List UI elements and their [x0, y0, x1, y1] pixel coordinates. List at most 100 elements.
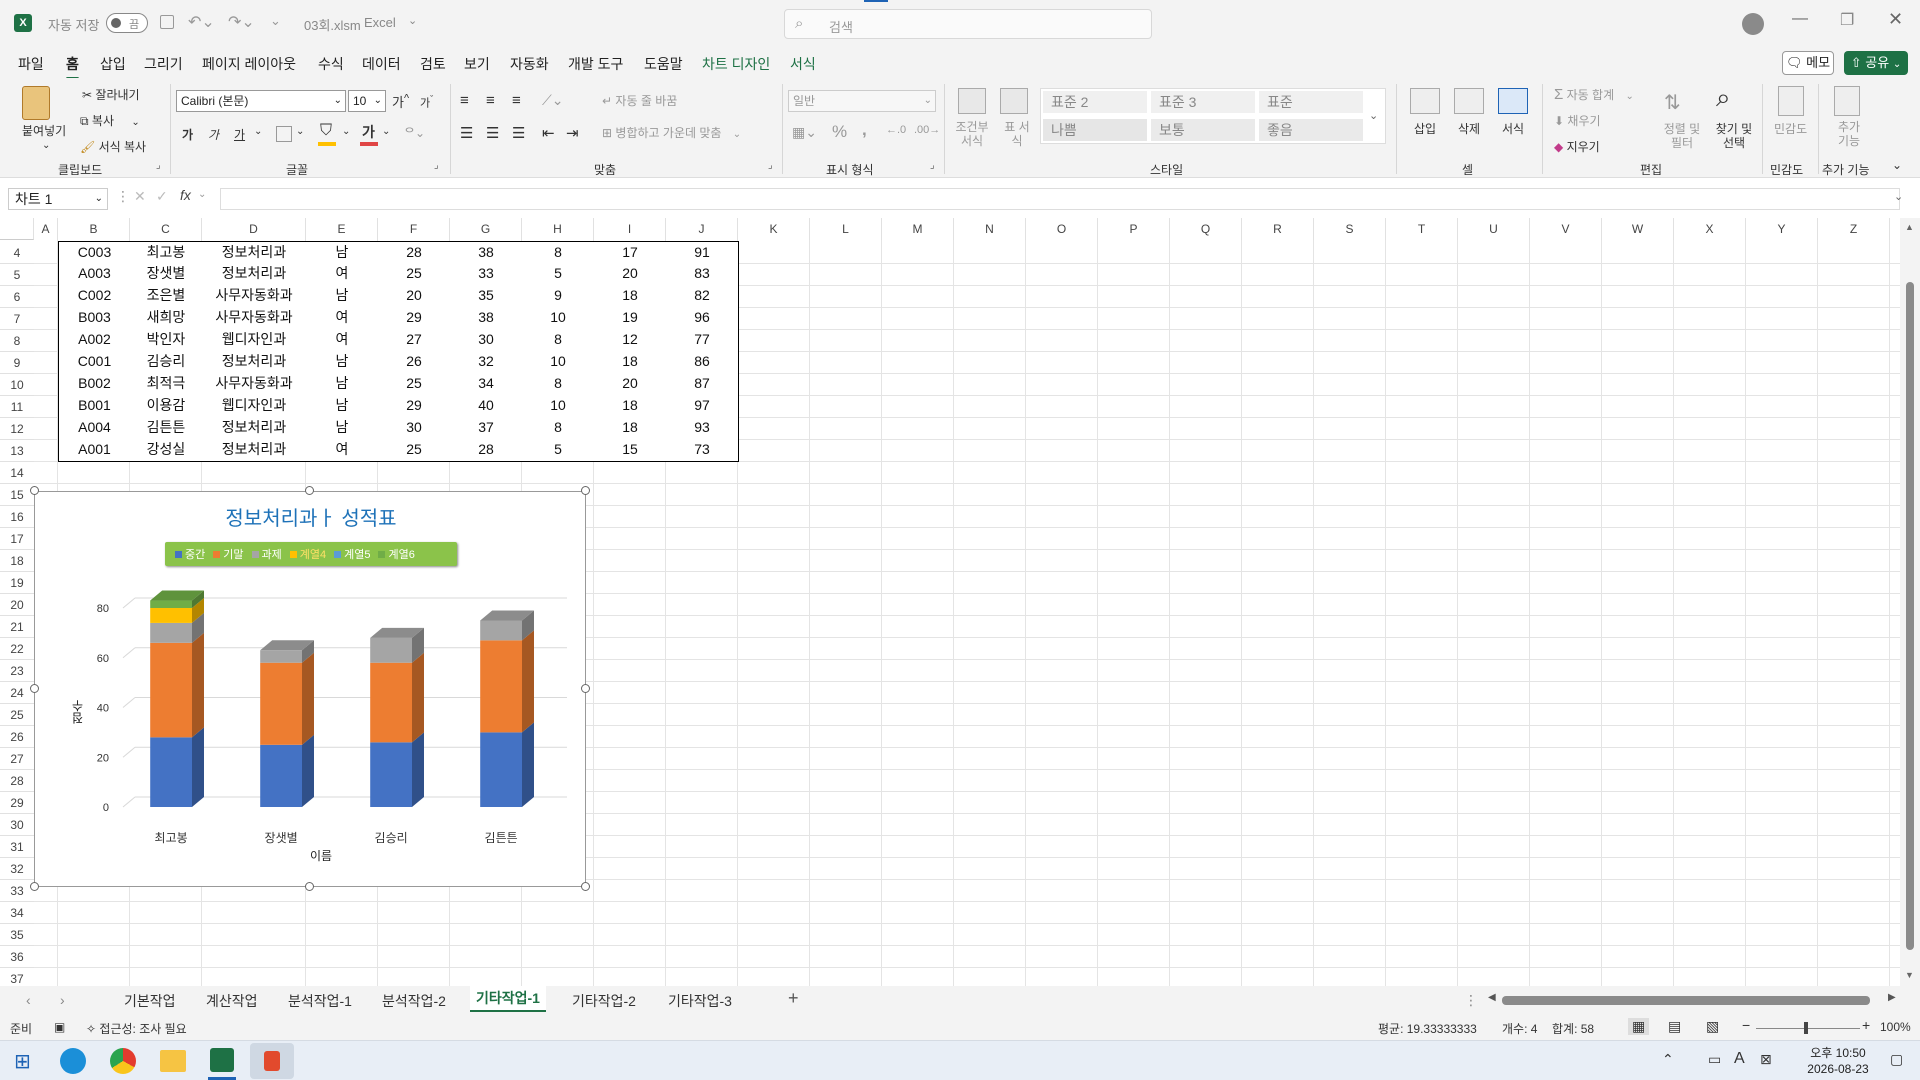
tray-overflow-icon[interactable]: ⌃ [1662, 1051, 1674, 1068]
row-header[interactable]: 23 [0, 660, 34, 682]
menu-page-layout[interactable]: 페이지 레이아웃 [202, 54, 296, 74]
table-cell[interactable]: 10 [522, 307, 595, 330]
find-select-button[interactable]: 찾기 및 선택 [1712, 122, 1756, 150]
menu-home[interactable]: 홈 [66, 54, 79, 80]
dialog-launcher-icon[interactable]: ⌟ [156, 160, 161, 171]
table-cell[interactable]: 20 [594, 373, 667, 396]
sensitivity-button[interactable]: 민감도 [1774, 120, 1807, 137]
table-cell[interactable]: A003 [58, 263, 131, 286]
table-cell[interactable]: 18 [594, 395, 667, 418]
table-format-icon[interactable] [1000, 88, 1028, 114]
dialog-launcher-icon[interactable]: ⌟ [768, 160, 773, 171]
table-cell[interactable]: 여 [306, 307, 379, 330]
row-header[interactable]: 13 [0, 440, 34, 462]
column-header[interactable]: V [1530, 218, 1602, 240]
table-cell[interactable]: 남 [306, 285, 379, 308]
table-cell[interactable]: 5 [522, 263, 595, 286]
insert-cells-icon[interactable] [1410, 88, 1440, 114]
menu-draw[interactable]: 그리기 [144, 54, 183, 74]
restore-icon[interactable]: ❐ [1840, 10, 1854, 30]
chart-resize-handle[interactable] [30, 486, 39, 495]
chart-resize-handle[interactable] [305, 882, 314, 891]
menu-developer[interactable]: 개발 도구 [568, 54, 623, 74]
paste-icon[interactable] [22, 86, 50, 120]
table-cell[interactable]: 15 [594, 439, 667, 462]
grow-font-button[interactable]: 가^ [392, 92, 409, 111]
dialog-launcher-icon[interactable]: ⌟ [930, 160, 935, 171]
table-cell[interactable]: 10 [522, 351, 595, 374]
vertical-scrollbar[interactable]: ▲ ▼ [1900, 218, 1920, 986]
zoom-level[interactable]: 100% [1880, 1020, 1911, 1034]
row-header[interactable]: 7 [0, 308, 34, 330]
row-header[interactable]: 18 [0, 550, 34, 572]
table-cell[interactable]: 10 [522, 395, 595, 418]
align-bottom-icon[interactable]: ≡ [512, 92, 521, 109]
borders-icon[interactable] [276, 126, 292, 142]
sheet-tab[interactable]: 계산작업 [206, 990, 258, 1014]
next-sheet-icon[interactable]: › [60, 992, 65, 1008]
table-cell[interactable]: C003 [58, 241, 131, 264]
menu-automate[interactable]: 자동화 [510, 54, 549, 74]
table-cell[interactable]: C001 [58, 351, 131, 374]
sheet-tab[interactable]: 기타작업-2 [572, 990, 636, 1014]
column-header[interactable]: W [1602, 218, 1674, 240]
table-cell[interactable]: 83 [666, 263, 739, 286]
row-header[interactable]: 11 [0, 396, 34, 418]
row-header[interactable]: 31 [0, 836, 34, 858]
row-header[interactable]: 24 [0, 682, 34, 704]
row-header[interactable]: 10 [0, 374, 34, 396]
format-cells-icon[interactable] [1498, 88, 1528, 114]
user-avatar[interactable] [1742, 13, 1764, 35]
number-format-select[interactable]: 일반 ⌄ [788, 90, 936, 112]
collapse-ribbon-icon[interactable]: ⌄ [1892, 158, 1902, 172]
decrease-indent-icon[interactable]: ⇤ [542, 124, 555, 142]
page-layout-view-icon[interactable]: ▤ [1668, 1018, 1681, 1035]
zoom-in-icon[interactable]: + [1862, 1017, 1870, 1033]
add-sheet-icon[interactable]: + [788, 988, 799, 1009]
insert-cells-button[interactable]: 삽입 [1414, 120, 1436, 137]
row-header[interactable]: 6 [0, 286, 34, 308]
row-header[interactable]: 36 [0, 946, 34, 968]
cancel-icon[interactable]: ✕ [134, 188, 146, 205]
table-cell[interactable]: 남 [306, 417, 379, 440]
sheet-tab[interactable]: 기타작업-3 [668, 990, 732, 1014]
save-icon[interactable] [160, 15, 174, 29]
column-header[interactable]: Q [1170, 218, 1242, 240]
menu-view[interactable]: 보기 [464, 54, 490, 74]
memo-button[interactable]: 🗨 메모 [1782, 51, 1834, 75]
table-cell[interactable]: A002 [58, 329, 131, 352]
table-cell[interactable]: 정보처리과 [202, 351, 307, 374]
row-header[interactable]: 19 [0, 572, 34, 594]
zoom-slider-thumb[interactable] [1804, 1022, 1808, 1034]
row-header[interactable]: 32 [0, 858, 34, 880]
undo-icon[interactable]: ↶⌄ [188, 12, 215, 32]
zoom-slider[interactable] [1756, 1028, 1860, 1029]
insert-function-button[interactable]: fx [180, 187, 191, 203]
table-cell[interactable]: 김승리 [130, 351, 203, 374]
scroll-down-icon[interactable]: ▼ [1905, 970, 1914, 980]
table-cell[interactable]: 정보처리과 [202, 439, 307, 462]
table-cell[interactable]: 28 [450, 439, 523, 462]
menu-formulas[interactable]: 수식 [318, 54, 344, 74]
chevron-down-icon[interactable]: ⌄ [408, 14, 417, 27]
column-header[interactable]: C [130, 218, 202, 240]
table-cell[interactable]: 웹디자인과 [202, 329, 307, 352]
row-header[interactable]: 30 [0, 814, 34, 836]
merge-center-button[interactable]: ⊞ 병합하고 가운데 맞춤 ⌄ [602, 124, 741, 141]
table-cell[interactable]: 웹디자인과 [202, 395, 307, 418]
scroll-right-icon[interactable]: ▶ [1888, 992, 1896, 1003]
comma-button[interactable]: , [862, 120, 867, 140]
menu-data[interactable]: 데이터 [362, 54, 401, 74]
menu-file[interactable]: 파일 [18, 54, 44, 74]
zoom-out-icon[interactable]: − [1742, 1017, 1750, 1033]
chrome-icon[interactable] [110, 1048, 136, 1074]
style-normal[interactable]: 표준 [1259, 91, 1363, 113]
tab-split-icon[interactable]: ⋮ [1464, 992, 1478, 1009]
autosave-toggle[interactable]: 끔 [106, 13, 148, 33]
column-header[interactable]: A [34, 218, 58, 240]
table-cell[interactable]: 37 [450, 417, 523, 440]
table-cell[interactable]: 사무자동화과 [202, 285, 307, 308]
table-cell[interactable]: 9 [522, 285, 595, 308]
minimize-icon[interactable]: — [1792, 10, 1808, 28]
decrease-decimal-icon[interactable]: .00→ [914, 124, 940, 136]
